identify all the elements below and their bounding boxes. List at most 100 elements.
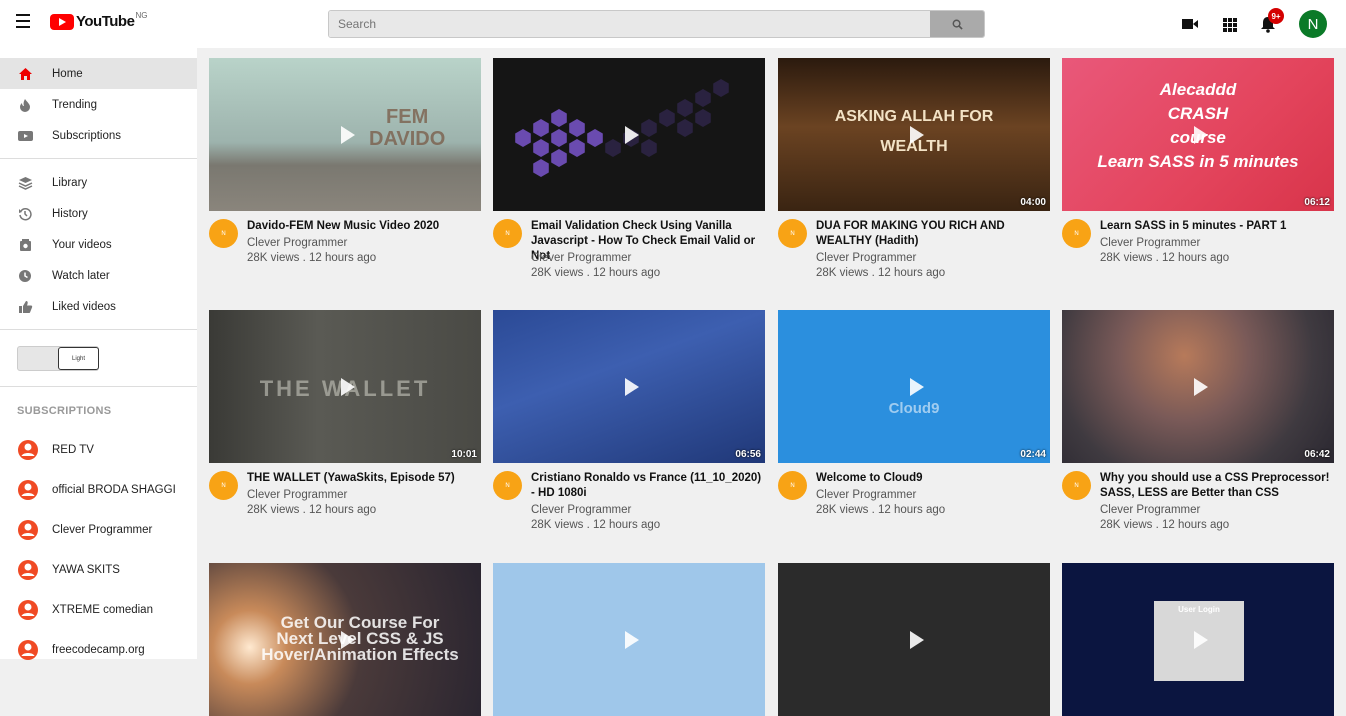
video-duration: 02:44 [1020,449,1046,460]
sidebar-divider [0,158,197,159]
play-icon[interactable] [910,630,924,649]
play-icon[interactable] [625,377,639,396]
subscription-item[interactable]: XTREME comedian [0,595,197,625]
video-card[interactable]: 06:42 N Why you should use a CSS Preproces… [1062,310,1334,543]
apps-grid-icon[interactable] [1221,14,1241,34]
video-title[interactable]: DUA FOR MAKING YOU RICH AND WEALTHY (Had… [816,219,1048,249]
subscription-item[interactable]: freecodecamp.org [0,635,197,665]
play-icon[interactable] [625,630,639,649]
hexagon-shape [587,129,603,147]
channel-name[interactable]: Clever Programmer [816,489,916,501]
video-card[interactable]: User Login [1062,563,1334,716]
video-title[interactable]: Learn SASS in 5 minutes - PART 1 [1100,219,1332,234]
subscription-name: official BRODA SHAGGI [52,484,176,496]
channel-avatar[interactable]: N [1062,219,1091,248]
subscription-item[interactable]: Clever Programmer [0,515,197,545]
sidebar-item-history[interactable]: History [0,198,197,229]
video-thumbnail[interactable]: Cloud9 02:44 [778,310,1050,463]
channel-avatar[interactable]: N [209,471,238,500]
channel-name[interactable]: Clever Programmer [816,252,916,264]
sidebar-item-watch-later[interactable]: Watch later [0,260,197,291]
search-input[interactable] [329,11,930,37]
video-card[interactable]: Get Our Course For Next Level CSS & JS H… [209,563,481,716]
video-thumbnail[interactable]: User Login [1062,563,1334,716]
video-thumbnail[interactable] [778,563,1050,716]
play-icon[interactable] [341,125,355,144]
video-thumbnail[interactable] [493,58,765,211]
play-icon[interactable] [1194,125,1208,144]
video-meta: N Why you should use a CSS Preprocessor! … [1062,463,1334,543]
subscriptions-heading: SUBSCRIPTIONS [17,405,112,417]
channel-avatar[interactable]: N [1062,471,1091,500]
search-button[interactable] [930,11,984,37]
search-bar [328,10,985,38]
play-icon[interactable] [1194,630,1208,649]
video-thumbnail[interactable]: ASKING ALLAH FOR WEALTH 04:00 [778,58,1050,211]
sidebar-item-trending[interactable]: Trending [0,89,197,120]
subscription-item[interactable]: official BRODA SHAGGI [0,475,197,505]
video-stats: 28K views . 12 hours ago [247,504,377,516]
subscription-item[interactable]: RED TV [0,435,197,465]
hexagon-shape [641,119,657,137]
video-meta: N Davido-FEM New Music Video 2020 Clever P… [209,211,481,291]
theme-toggle-label: Light [58,347,99,370]
video-thumbnail[interactable]: 06:56 [493,310,765,463]
video-title[interactable]: Davido-FEM New Music Video 2020 [247,219,479,234]
video-thumbnail[interactable] [493,563,765,716]
youtube-logo[interactable]: YouTube NG [50,11,147,30]
channel-name[interactable]: Clever Programmer [531,504,631,516]
video-stats: 28K views . 12 hours ago [247,252,377,264]
video-card[interactable]: Cloud9 02:44 N Welcome to Cloud9 Clever Prog… [778,310,1050,543]
sidebar-divider [0,386,197,387]
video-thumbnail[interactable]: THE WALLET 10:01 [209,310,481,463]
video-thumbnail[interactable]: Alecaddd CRASH course Learn SASS in 5 mi… [1062,58,1334,211]
play-icon[interactable] [341,377,355,396]
theme-toggle[interactable]: Light [17,346,99,371]
video-title[interactable]: Why you should use a CSS Preprocessor! S… [1100,471,1332,501]
video-card[interactable] [778,563,1050,716]
sidebar-item-your-videos[interactable]: Your videos [0,229,197,260]
hexagon-shape [605,139,621,157]
video-card[interactable]: Alecaddd CRASH course Learn SASS in 5 mi… [1062,58,1334,291]
video-title[interactable]: THE WALLET (YawaSkits, Episode 57) [247,471,479,486]
video-thumbnail[interactable]: 06:42 [1062,310,1334,463]
sidebar-item-library[interactable]: Library [0,167,197,198]
subscription-item[interactable]: YAWA SKITS [0,555,197,585]
video-card[interactable]: THE WALLET 10:01 N THE WALLET (YawaSkits, E… [209,310,481,543]
video-card[interactable]: N Email Validation Check Using Vanilla Ja… [493,58,765,291]
video-thumbnail[interactable]: Get Our Course For Next Level CSS & JS H… [209,563,481,716]
subscription-name: freecodecamp.org [52,644,145,656]
thumbnail-overlay-text: Cloud9 [888,400,940,417]
play-icon[interactable] [625,125,639,144]
menu-icon[interactable] [16,14,30,28]
video-card[interactable]: FEM DAVIDO N Davido-FEM New Music Video 20… [209,58,481,291]
channel-avatar[interactable]: N [778,219,807,248]
channel-name[interactable]: Clever Programmer [1100,237,1200,249]
video-camera-icon[interactable] [1181,14,1201,34]
video-title[interactable]: Welcome to Cloud9 [816,471,1048,486]
play-icon[interactable] [910,125,924,144]
channel-avatar[interactable]: N [493,471,522,500]
notification-count-badge: 9+ [1268,8,1284,24]
history-icon [17,206,33,222]
channel-name[interactable]: Clever Programmer [1100,504,1200,516]
video-thumbnail[interactable]: FEM DAVIDO [209,58,481,211]
video-card[interactable] [493,563,765,716]
sidebar-item-home[interactable]: Home [0,58,197,89]
play-icon[interactable] [1194,377,1208,396]
hexagon-shape [515,129,531,147]
channel-avatar[interactable]: N [493,219,522,248]
channel-avatar[interactable]: N [209,219,238,248]
play-icon[interactable] [341,630,355,649]
play-icon[interactable] [910,377,924,396]
video-card[interactable]: 06:56 N Cristiano Ronaldo vs France (11_10… [493,310,765,543]
channel-name[interactable]: Clever Programmer [247,489,347,501]
user-avatar[interactable]: N [1299,10,1327,38]
sidebar-item-subscriptions[interactable]: Subscriptions [0,120,197,151]
channel-name[interactable]: Clever Programmer [531,252,631,264]
channel-avatar[interactable]: N [778,471,807,500]
channel-name[interactable]: Clever Programmer [247,237,347,249]
video-title[interactable]: Cristiano Ronaldo vs France (11_10_2020)… [531,471,763,501]
video-card[interactable]: ASKING ALLAH FOR WEALTH 04:00 N DUA FOR MAK… [778,58,1050,291]
sidebar-item-liked-videos[interactable]: Liked videos [0,291,197,322]
